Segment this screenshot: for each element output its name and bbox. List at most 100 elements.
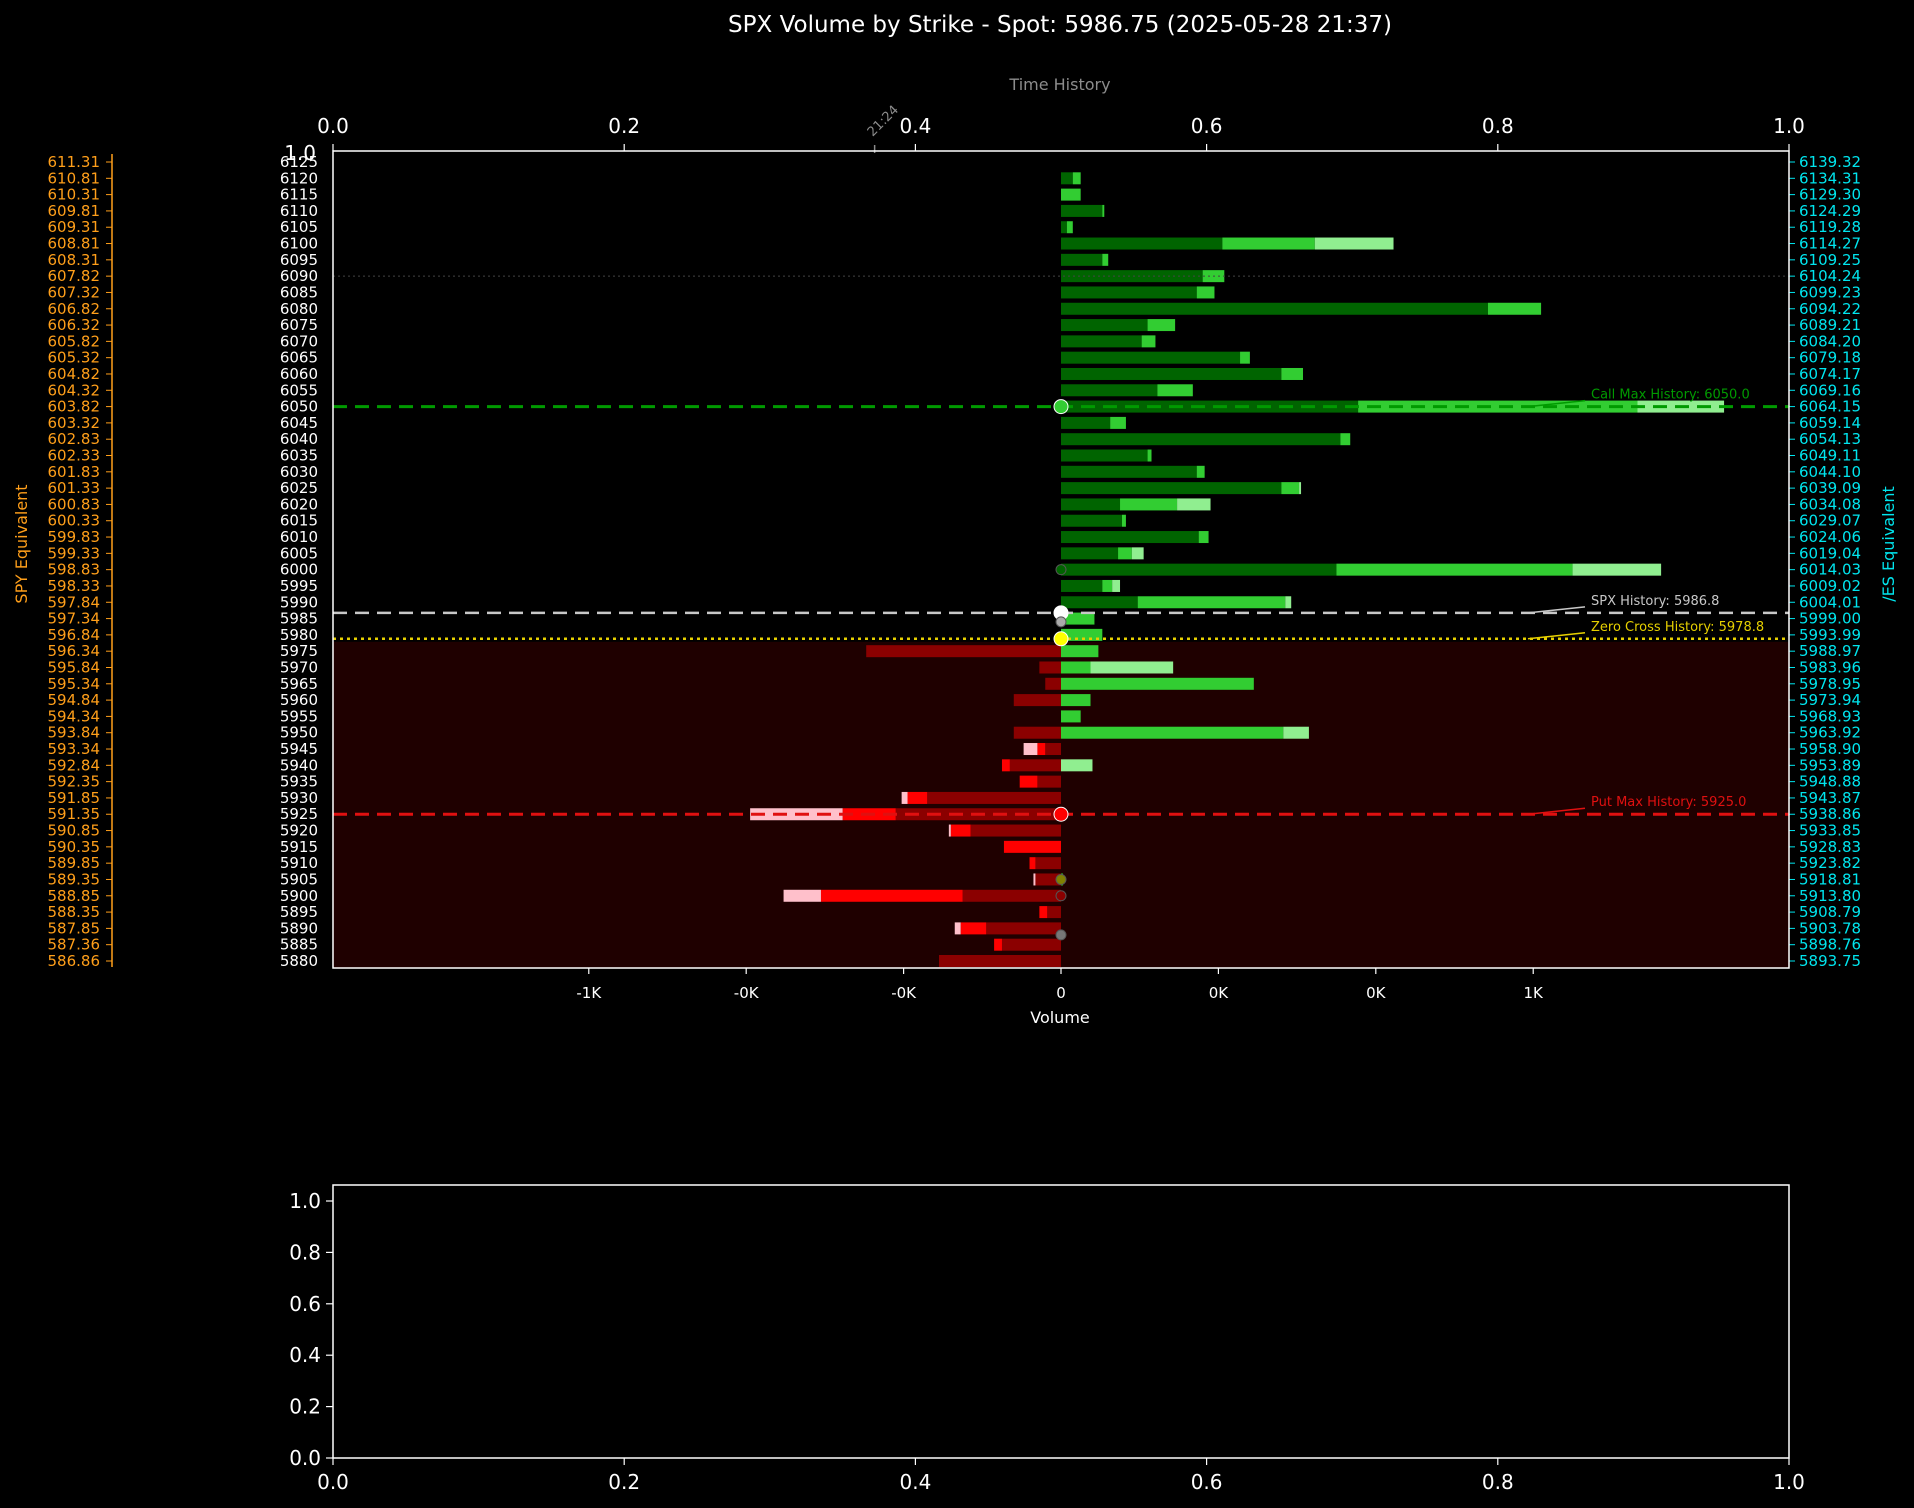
x-tick-label: -0K — [734, 984, 760, 1002]
es-label: 5918.81 — [1799, 870, 1861, 888]
spy-label: 611.31 — [48, 153, 101, 171]
put-bar-5890 — [960, 922, 987, 935]
put-bar-5930 — [901, 791, 908, 804]
call-bar-6035 — [1147, 449, 1152, 462]
put-bar-5895 — [1039, 906, 1048, 919]
strike-label: 5905 — [280, 870, 318, 888]
bottom-y-label: 0.6 — [289, 1292, 321, 1316]
call-bar-6045 — [1110, 416, 1126, 429]
es-label: 5923.82 — [1799, 854, 1861, 872]
put-bar-5895 — [1047, 906, 1061, 919]
spy-label: 595.34 — [48, 675, 101, 693]
call-bar-6000 — [1572, 563, 1662, 576]
spy-label: 609.31 — [48, 218, 101, 236]
call-bar-6010 — [1198, 531, 1209, 544]
x-tick-label: 1K — [1524, 984, 1545, 1002]
call-bar-6085 — [1196, 286, 1215, 299]
strike-label: 5925 — [280, 805, 318, 823]
es-label: 5898.76 — [1799, 936, 1861, 954]
call-bar-6000 — [1336, 563, 1573, 576]
strike-labels: 6125612061156110610561006095609060856080… — [280, 153, 318, 970]
spy-label: 593.84 — [48, 724, 101, 742]
zero-cross-line-marker — [1053, 631, 1069, 647]
strike-label: 5950 — [280, 724, 318, 742]
call-bar-6080 — [1061, 302, 1488, 315]
es-label: 5928.83 — [1799, 838, 1861, 856]
spy-label: 596.84 — [48, 626, 101, 644]
spy-label: 592.84 — [48, 756, 101, 774]
put-bar-5890 — [986, 922, 1061, 935]
call-bar-6030 — [1061, 465, 1197, 478]
spy-label: 606.82 — [48, 300, 101, 318]
call-bar-6065 — [1240, 351, 1250, 364]
spy-label: 593.34 — [48, 740, 101, 758]
call-bar-6095 — [1061, 253, 1103, 266]
put-bar-5945 — [1045, 743, 1061, 756]
es-label: 5903.78 — [1799, 919, 1861, 937]
spy-label: 607.82 — [48, 267, 101, 285]
spy-label: 602.33 — [48, 447, 101, 465]
strike-label: 6090 — [280, 267, 318, 285]
history-dot — [1055, 873, 1067, 885]
es-label: 6029.07 — [1799, 512, 1861, 530]
spy-label: 587.85 — [48, 919, 101, 937]
call-bar-5990 — [1285, 596, 1292, 609]
bottom-x-label: 0.8 — [1482, 1470, 1514, 1494]
put-zone-fill — [333, 641, 1789, 968]
strike-label: 5910 — [280, 854, 318, 872]
chart-canvas: SPX Volume by Strike - Spot: 5986.75 (20… — [0, 0, 1914, 1508]
es-label: 6104.24 — [1799, 267, 1861, 285]
strike-label: 5930 — [280, 789, 318, 807]
put-bar-5915 — [1003, 840, 1061, 853]
es-axis: 6139.326134.316129.306124.296119.286114.… — [1789, 153, 1861, 970]
es-label: 6004.01 — [1799, 593, 1861, 611]
spy-label: 591.85 — [48, 789, 101, 807]
strike-label: 6040 — [280, 430, 318, 448]
strike-label: 5935 — [280, 773, 318, 791]
right-axis-title: /ES Equivalent — [1879, 486, 1898, 602]
spy-label: 590.35 — [48, 838, 101, 856]
call-bar-5990 — [1061, 596, 1138, 609]
es-label: 6049.11 — [1799, 447, 1861, 465]
put-bar-5930 — [927, 791, 1061, 804]
es-label: 5953.89 — [1799, 756, 1861, 774]
call-bar-6040 — [1061, 433, 1341, 446]
spy-label: 599.83 — [48, 528, 101, 546]
call-max-line-marker — [1053, 399, 1069, 415]
strike-label: 5970 — [280, 658, 318, 676]
history-dot — [1055, 616, 1067, 628]
put-bar-5940 — [1001, 759, 1010, 772]
bottom-y-label: 0.4 — [289, 1343, 321, 1367]
bottom-x-label: 0.6 — [1191, 1470, 1223, 1494]
call-bar-6120 — [1072, 172, 1081, 185]
call-bar-5965 — [1061, 677, 1254, 690]
put-bar-5900 — [820, 889, 963, 902]
spy-label: 603.32 — [48, 414, 101, 432]
call-bar-6025 — [1299, 482, 1302, 495]
es-label: 6069.16 — [1799, 381, 1861, 399]
history-dot — [1055, 890, 1067, 902]
call-bar-6005 — [1131, 547, 1144, 560]
spy-label: 594.84 — [48, 691, 101, 709]
es-label: 5948.88 — [1799, 773, 1861, 791]
es-label: 6139.32 — [1799, 153, 1861, 171]
bottom-x-label: 0.2 — [608, 1470, 640, 1494]
strike-label: 5985 — [280, 610, 318, 628]
call-bar-5960 — [1061, 694, 1091, 707]
put-bar-5935 — [1037, 775, 1061, 788]
es-label: 6079.18 — [1799, 349, 1861, 367]
spy-label: 604.82 — [48, 365, 101, 383]
es-label: 6054.13 — [1799, 430, 1861, 448]
bottom-y-label: 0.2 — [289, 1395, 321, 1419]
call-bar-6120 — [1061, 172, 1073, 185]
strike-label: 5885 — [280, 936, 318, 954]
strike-label: 5945 — [280, 740, 318, 758]
es-label: 5968.93 — [1799, 707, 1861, 725]
x-tick-label: -1K — [576, 984, 602, 1002]
call-bar-6020 — [1177, 498, 1211, 511]
put-max-line-marker — [1053, 806, 1069, 822]
strike-label: 6020 — [280, 495, 318, 513]
put-bar-5920 — [948, 824, 951, 837]
es-label: 6099.23 — [1799, 283, 1861, 301]
strike-label: 5900 — [280, 887, 318, 905]
